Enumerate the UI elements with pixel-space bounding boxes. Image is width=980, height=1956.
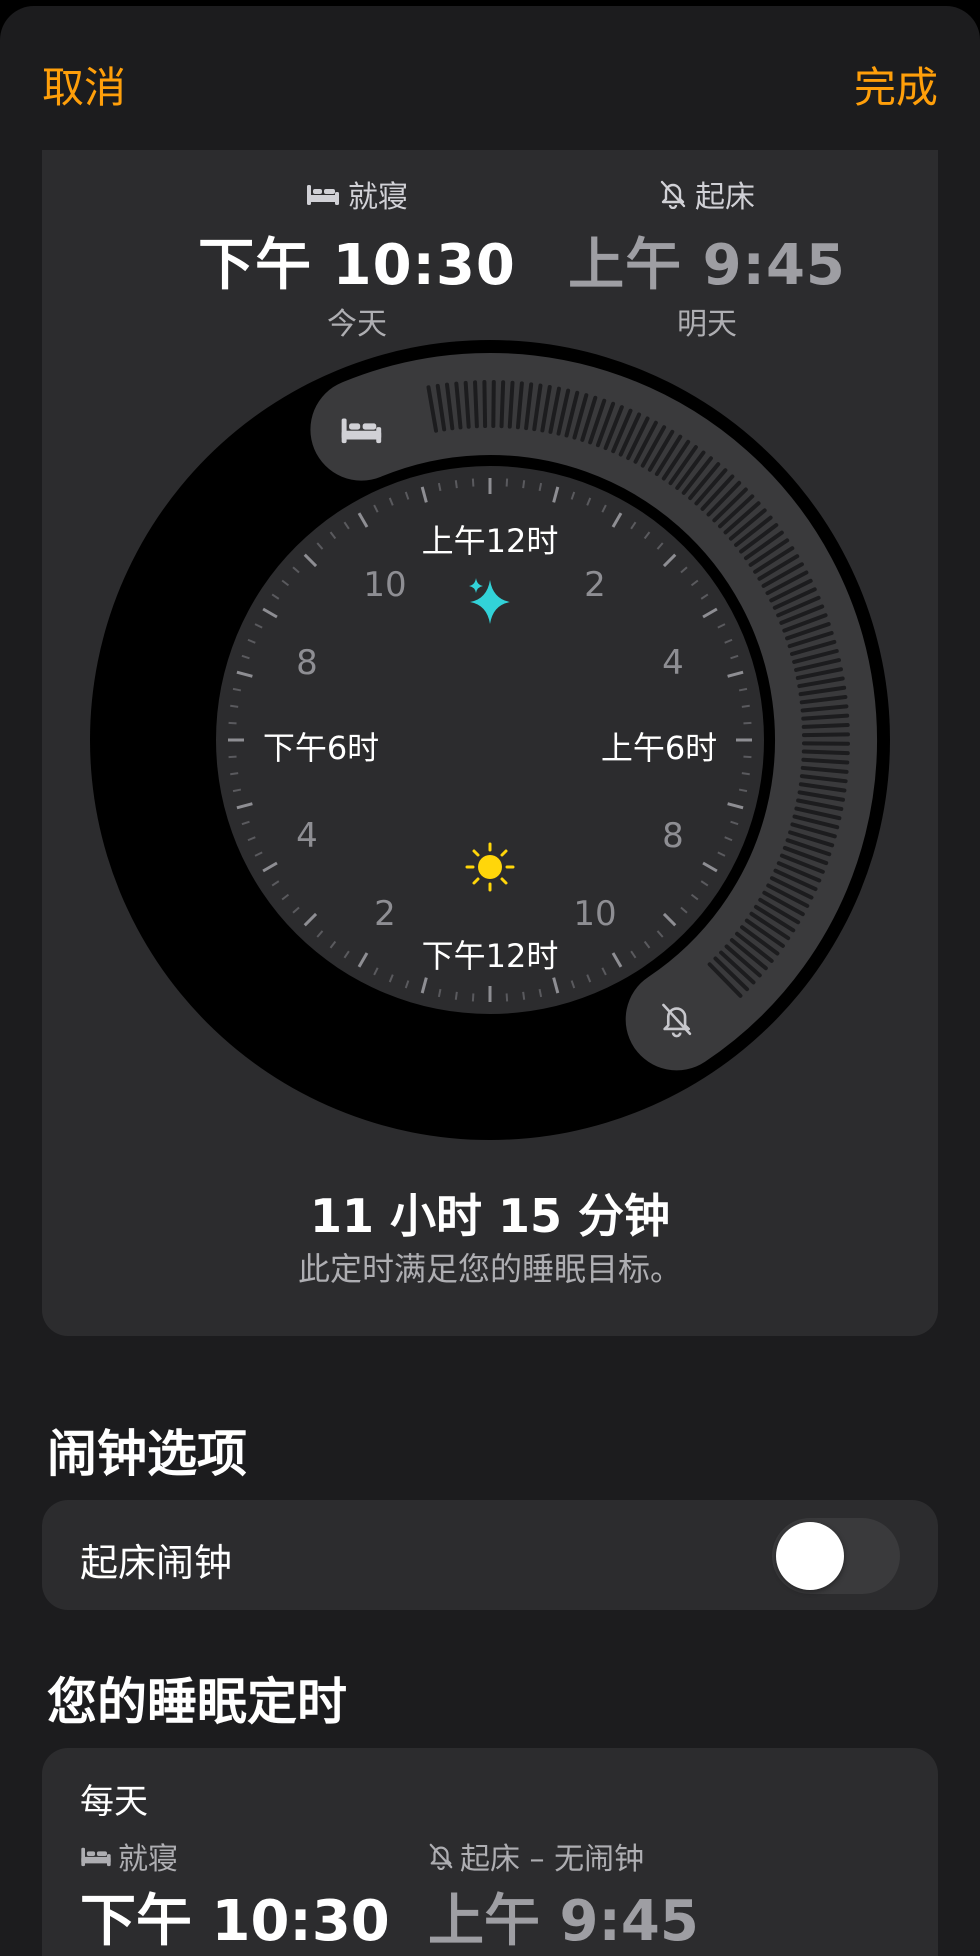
sleep-dial[interactable]: 上午12时 下午12时 上午6时 下午6时 10 2 8 4 4 8 2 10 — [42, 340, 938, 1160]
schedule-frequency: 每天 — [80, 1774, 148, 1823]
toggle-knob — [776, 1522, 844, 1590]
bedtime-label: 就寝 — [348, 172, 408, 216]
sleep-schedule-heading: 您的睡眠定时 — [47, 1662, 347, 1734]
wake-value: 上午 9:45 — [527, 220, 887, 301]
alarm-option-row: 起床闹钟 — [42, 1500, 938, 1610]
bell-slash-icon — [428, 1842, 454, 1870]
wake-summary[interactable]: 起床 上午 9:45 明天 — [527, 172, 887, 343]
dial-hour-2-pm: 2 — [374, 894, 396, 934]
alarm-options-heading: 闹钟选项 — [47, 1414, 247, 1486]
dial-hour-10-am-2: 10 — [573, 894, 616, 934]
sun-icon — [467, 844, 513, 890]
dial-label-top: 上午12时 — [422, 522, 559, 560]
schedule-bed-label: 就寝 — [118, 1834, 178, 1878]
sleep-duration: 11 小时 15 分钟 — [42, 1180, 938, 1246]
dial-label-left: 下午6时 — [263, 729, 379, 767]
dial-label-bottom: 下午12时 — [422, 937, 559, 975]
wake-alarm-label: 起床闹钟 — [80, 1532, 232, 1587]
bed-icon — [306, 182, 340, 206]
done-button[interactable]: 完成 — [854, 54, 938, 115]
bedtime-summary[interactable]: 就寝 下午 10:30 今天 — [177, 172, 537, 343]
dial-hour-4-pm: 4 — [296, 816, 318, 856]
wake-alarm-toggle[interactable] — [772, 1518, 900, 1594]
bell-slash-icon — [659, 179, 687, 209]
dial-hour-4-am: 4 — [662, 643, 684, 683]
dial-label-right: 上午6时 — [601, 729, 717, 767]
bed-icon — [80, 1845, 112, 1867]
edit-sleep-sheet: 取消 完成 就寝 下午 10:30 今天 起床 上午 9:45 明天 — [0, 6, 980, 1956]
bedtime-value: 下午 10:30 — [177, 220, 537, 301]
dial-hour-8-am: 8 — [662, 816, 684, 856]
schedule-bed-time: 下午 10:30 — [80, 1876, 390, 1956]
schedule-wake-label: 起床 – 无闹钟 — [460, 1834, 644, 1878]
dial-hour-10-am: 10 — [363, 565, 406, 605]
bedtime-day: 今天 — [177, 299, 537, 343]
sleep-schedule-card: 就寝 下午 10:30 今天 起床 上午 9:45 明天 — [42, 150, 938, 1336]
schedule-summary-card[interactable]: 每天 就寝 下午 10:30 起床 – 无闹钟 上午 9:45 — [42, 1748, 938, 1956]
dial-hour-8-pm: 8 — [296, 643, 318, 683]
wake-day: 明天 — [527, 299, 887, 343]
cancel-button[interactable]: 取消 — [42, 54, 126, 115]
schedule-wake-time: 上午 9:45 — [428, 1876, 699, 1956]
wake-label: 起床 — [695, 172, 755, 216]
sleep-goal-note: 此定时满足您的睡眠目标。 — [42, 1244, 938, 1290]
dial-hour-2-am: 2 — [584, 565, 606, 605]
